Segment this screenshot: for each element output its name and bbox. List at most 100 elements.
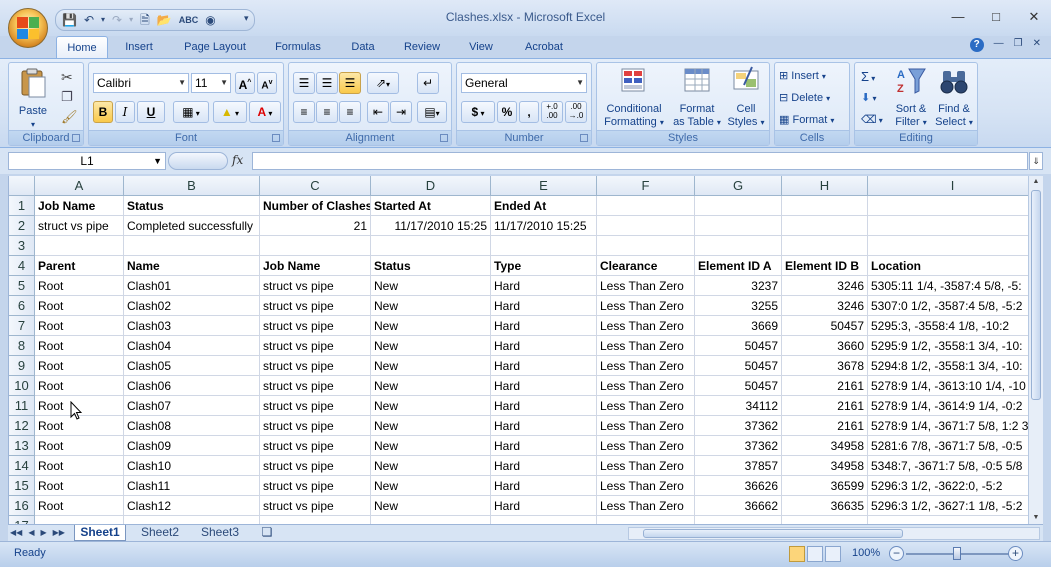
formula-input[interactable] (252, 152, 1028, 170)
merge-center-icon[interactable]: ▤▾ (417, 101, 447, 123)
cell[interactable]: Clash09 (124, 436, 260, 456)
cell[interactable]: 5278:9 1/4, -3671:7 5/8, 1:2 3 (868, 416, 1028, 436)
help-icon[interactable]: ? (969, 38, 984, 52)
cell[interactable]: Root (35, 436, 124, 456)
cell[interactable] (371, 236, 491, 256)
row-header[interactable]: 6 (9, 296, 35, 316)
cell[interactable]: 37362 (695, 416, 782, 436)
column-header-g[interactable]: G (695, 176, 782, 196)
italic-button[interactable]: I (115, 101, 135, 123)
align-right-icon[interactable]: ≡ (339, 101, 361, 123)
column-header-f[interactable]: F (597, 176, 695, 196)
row-header[interactable]: 11 (9, 396, 35, 416)
row-header[interactable]: 1 (9, 196, 35, 216)
cell[interactable]: Less Than Zero (597, 436, 695, 456)
cell[interactable] (491, 236, 597, 256)
ribbon-close-icon[interactable]: ✕ (1033, 38, 1041, 52)
cell[interactable]: Status (124, 196, 260, 216)
cell[interactable]: Hard (491, 476, 597, 496)
cell[interactable] (491, 516, 597, 524)
insert-function-button[interactable]: fx (232, 153, 243, 167)
cell[interactable]: 3660 (782, 336, 868, 356)
row-header[interactable]: 12 (9, 416, 35, 436)
row-header[interactable]: 4 (9, 256, 35, 276)
cell[interactable]: Clash11 (124, 476, 260, 496)
vertical-scroll-thumb[interactable] (1031, 190, 1041, 400)
cell[interactable]: struct vs pipe (260, 316, 371, 336)
tab-formulas[interactable]: Formulas (268, 36, 328, 58)
font-size-combo[interactable]: 11 ▼ (191, 73, 231, 93)
cell[interactable]: Location (868, 256, 1028, 276)
decrease-indent-icon[interactable]: ⇤ (367, 101, 389, 123)
clipboard-launcher-icon[interactable] (72, 134, 80, 142)
cell[interactable]: New (371, 336, 491, 356)
name-box[interactable]: L1 ▼ (8, 152, 166, 170)
cell[interactable]: 3246 (782, 276, 868, 296)
cell[interactable]: Root (35, 496, 124, 516)
cell[interactable]: 11/17/2010 15:25 (371, 216, 491, 236)
cell[interactable]: 5295:9 1/2, -3558:1 3/4, -10: (868, 336, 1028, 356)
sheet-tab-sheet2[interactable]: Sheet2 (134, 525, 186, 541)
cell[interactable]: 5296:3 1/2, -3627:1 1/8, -5:2 (868, 496, 1028, 516)
cell[interactable]: Less Than Zero (597, 336, 695, 356)
fill-button[interactable]: ⬇ ▾ (861, 91, 876, 104)
cell[interactable]: 50457 (695, 336, 782, 356)
cell[interactable]: Hard (491, 376, 597, 396)
cell[interactable]: Less Than Zero (597, 416, 695, 436)
cell[interactable]: 2161 (782, 416, 868, 436)
zoom-in-icon[interactable]: + (1008, 546, 1023, 561)
cell[interactable]: struct vs pipe (260, 356, 371, 376)
sort-filter-button[interactable]: AZ Sort & Filter ▾ (891, 65, 931, 129)
cell[interactable]: 5348:7, -3671:7 5/8, -0:5 5/8 (868, 456, 1028, 476)
cell[interactable]: Clash03 (124, 316, 260, 336)
cell[interactable]: Clash01 (124, 276, 260, 296)
cell[interactable]: 5278:9 1/4, -3613:10 1/4, -10 (868, 376, 1028, 396)
cell[interactable] (695, 196, 782, 216)
cell[interactable]: Clash10 (124, 456, 260, 476)
alignment-launcher-icon[interactable] (440, 134, 448, 142)
last-sheet-icon[interactable]: ▶▶ (53, 528, 65, 537)
cell[interactable]: Clash12 (124, 496, 260, 516)
tab-insert[interactable]: Insert (116, 36, 162, 58)
cell[interactable]: Type (491, 256, 597, 276)
insert-sheet-icon[interactable]: ❏ (254, 525, 280, 541)
tab-view[interactable]: View (462, 36, 500, 58)
cell[interactable]: 50457 (782, 316, 868, 336)
row-header[interactable]: 8 (9, 336, 35, 356)
cell[interactable]: Less Than Zero (597, 396, 695, 416)
cell[interactable]: struct vs pipe (260, 296, 371, 316)
row-header[interactable]: 16 (9, 496, 35, 516)
cell[interactable]: New (371, 436, 491, 456)
scroll-down-icon[interactable]: ▼ (1029, 512, 1043, 524)
cell[interactable]: Clash04 (124, 336, 260, 356)
cell[interactable] (597, 236, 695, 256)
zoom-out-icon[interactable]: − (889, 546, 904, 561)
font-name-combo[interactable]: Calibri ▼ (93, 73, 189, 93)
borders-button[interactable]: ▦ ▾ (173, 101, 209, 123)
cell[interactable]: Ended At (491, 196, 597, 216)
row-header[interactable]: 13 (9, 436, 35, 456)
cell[interactable]: 36626 (695, 476, 782, 496)
column-header-i[interactable]: I (868, 176, 1028, 196)
number-format-combo[interactable]: General ▼ (461, 73, 587, 93)
cell[interactable]: Root (35, 376, 124, 396)
cell[interactable] (868, 236, 1028, 256)
increase-indent-icon[interactable]: ⇥ (390, 101, 412, 123)
office-button[interactable] (8, 8, 48, 48)
cell[interactable] (695, 516, 782, 524)
cell[interactable]: 3678 (782, 356, 868, 376)
row-header[interactable]: 3 (9, 236, 35, 256)
row-header[interactable]: 15 (9, 476, 35, 496)
cell[interactable] (868, 516, 1028, 524)
cell[interactable]: Clash06 (124, 376, 260, 396)
delete-cells-button[interactable]: ⊟ Delete ▾ (779, 91, 830, 104)
increase-decimal-button[interactable]: +.0 .00 (541, 101, 563, 123)
cell[interactable]: Clash02 (124, 296, 260, 316)
tab-acrobat[interactable]: Acrobat (516, 36, 572, 58)
cell[interactable]: struct vs pipe (260, 396, 371, 416)
sheet-tab-sheet1[interactable]: Sheet1 (74, 525, 126, 541)
cell[interactable] (695, 236, 782, 256)
cell[interactable]: New (371, 476, 491, 496)
cell[interactable]: 36599 (782, 476, 868, 496)
orientation-icon[interactable]: ⇗▾ (367, 72, 399, 94)
